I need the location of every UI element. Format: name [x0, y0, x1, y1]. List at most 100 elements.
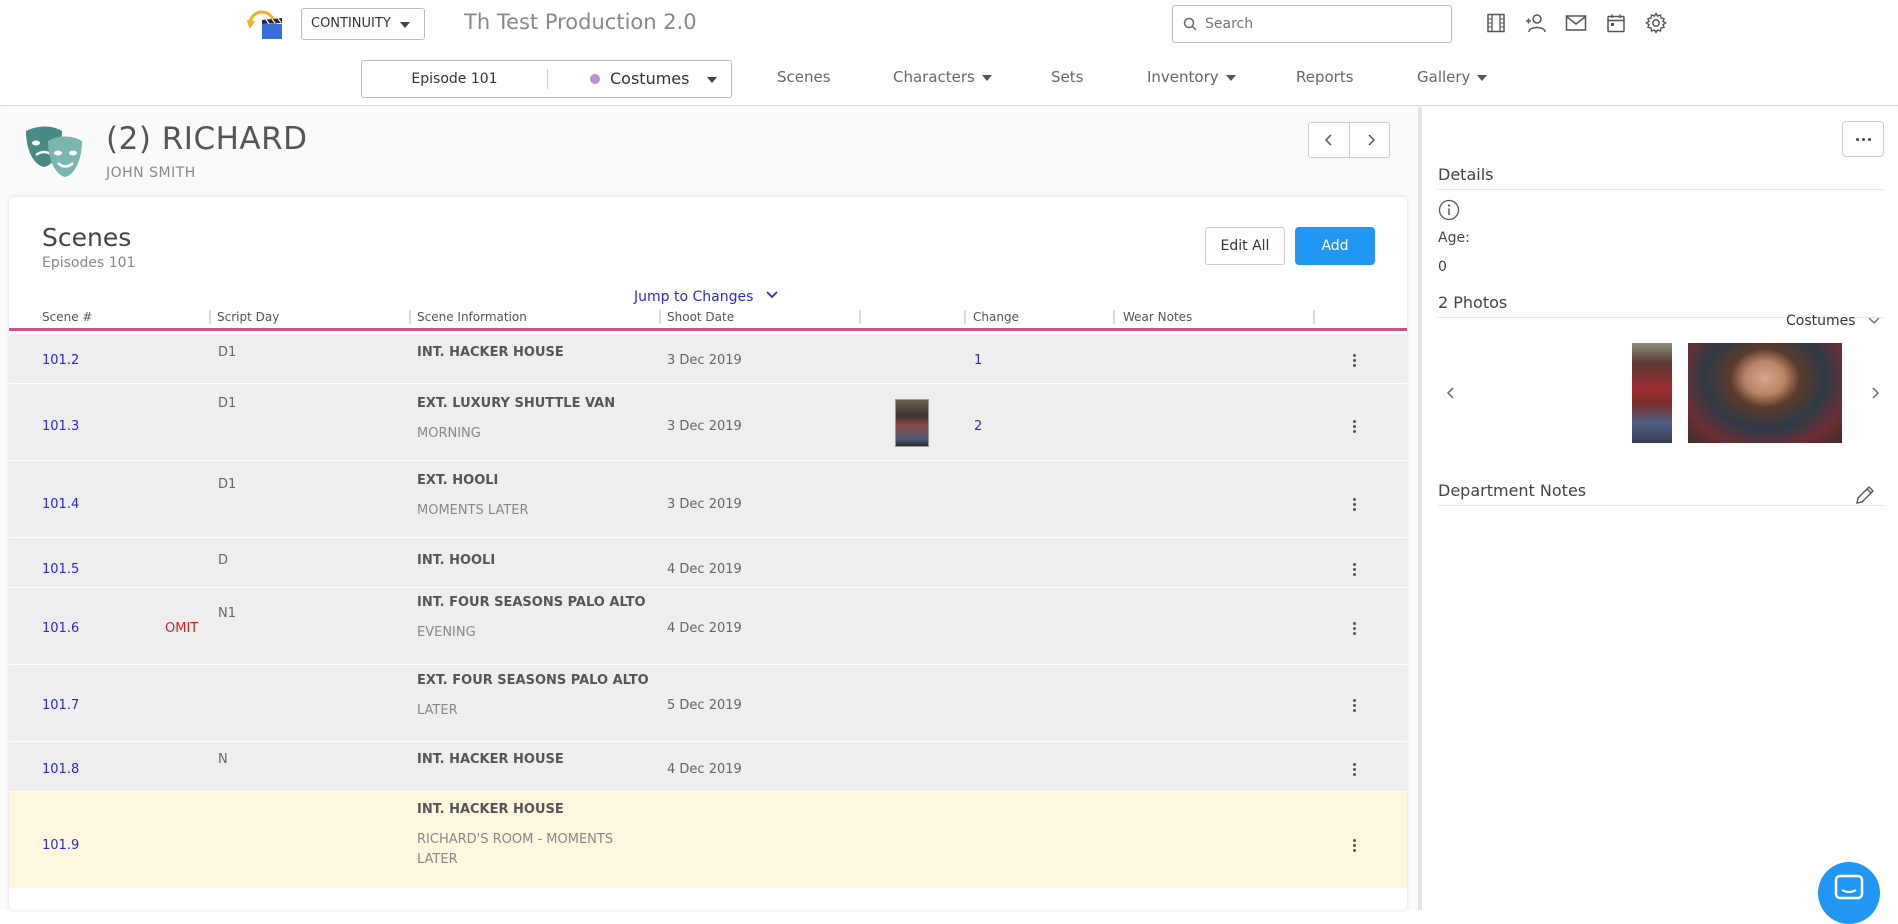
chevron-down-icon[interactable] [707, 77, 717, 83]
nav-sets[interactable]: Sets [1051, 68, 1083, 86]
previous-character-button[interactable] [1309, 123, 1350, 157]
row-menu-button[interactable] [1349, 354, 1359, 367]
edit-all-button[interactable]: Edit All [1205, 227, 1285, 265]
nav-gallery[interactable]: Gallery [1417, 68, 1488, 86]
more-options-button[interactable] [1842, 121, 1884, 157]
row-menu-button[interactable] [1349, 563, 1359, 576]
row-menu-button[interactable] [1349, 763, 1359, 776]
scene-info-detail: MOMENTS LATER [417, 503, 529, 518]
row-menu-button[interactable] [1349, 839, 1359, 852]
table-row[interactable]: 101.4 D1 EXT. HOOLI MOMENTS LATER 3 Dec … [9, 461, 1407, 538]
table-row[interactable]: 101.2 D1 INT. HACKER HOUSE 3 Dec 2019 1 [9, 334, 1407, 384]
row-menu-button[interactable] [1349, 622, 1359, 635]
film-icon[interactable] [1484, 10, 1508, 36]
scene-info-detail: MORNING [417, 426, 481, 441]
shoot-date: 4 Dec 2019 [667, 762, 742, 777]
search-input[interactable] [1205, 14, 1445, 34]
column-divider[interactable] [209, 310, 211, 324]
column-header-shoot-date[interactable]: Shoot Date [667, 310, 734, 324]
nav-gallery-label: Gallery [1417, 68, 1471, 86]
chevron-down-icon [1225, 74, 1236, 81]
kebab-icon [1349, 354, 1359, 367]
nav-reports-label: Reports [1296, 68, 1354, 86]
add-button[interactable]: Add [1295, 227, 1375, 265]
script-day: D1 [218, 345, 237, 360]
costume-thumbnail[interactable] [895, 399, 929, 447]
column-divider[interactable] [1113, 310, 1115, 324]
character-pager [1308, 122, 1390, 158]
table-row[interactable]: 101.7 EXT. FOUR SEASONS PALO ALTO LATER … [9, 665, 1407, 742]
gear-icon[interactable] [1644, 10, 1668, 36]
change-number[interactable]: 2 [974, 419, 982, 434]
character-photo[interactable] [1688, 343, 1842, 443]
scenes-subtitle: Episodes 101 [42, 255, 136, 271]
calendar-icon[interactable] [1604, 10, 1628, 36]
scene-number[interactable]: 101.4 [42, 497, 79, 512]
department-color-dot [590, 74, 600, 84]
kebab-icon [1349, 498, 1359, 511]
column-divider[interactable] [964, 310, 966, 324]
row-menu-button[interactable] [1349, 699, 1359, 712]
column-header-change[interactable]: Change [973, 310, 1019, 324]
table-row[interactable]: 101.8 N INT. HACKER HOUSE 4 Dec 2019 [9, 742, 1407, 792]
kebab-icon [1349, 622, 1359, 635]
scene-number[interactable]: 101.5 [42, 562, 79, 577]
jump-to-changes-link[interactable]: Jump to Changes [634, 287, 778, 305]
row-menu-button[interactable] [1349, 420, 1359, 433]
nav-reports[interactable]: Reports [1296, 68, 1354, 86]
add-user-icon[interactable] [1524, 10, 1548, 36]
age-value: 0 [1438, 259, 1447, 275]
chat-icon [1834, 874, 1864, 900]
info-icon[interactable] [1438, 199, 1460, 225]
department-select[interactable]: Costumes [610, 61, 689, 97]
edit-pencil-icon[interactable] [1854, 484, 1876, 510]
script-day: D1 [218, 477, 237, 492]
details-panel: Details Age: 0 2 Photos Costumes Departm… [1422, 107, 1898, 910]
table-row[interactable]: 101.9 INT. HACKER HOUSE RICHARD'S ROOM -… [9, 792, 1407, 889]
scene-number[interactable]: 101.9 [42, 838, 79, 853]
nav-inventory[interactable]: Inventory [1147, 68, 1236, 86]
character-name: (2) RICHARD [106, 121, 308, 157]
row-menu-button[interactable] [1349, 498, 1359, 511]
column-divider[interactable] [659, 310, 661, 324]
change-number[interactable]: 1 [974, 353, 982, 368]
scene-number[interactable]: 101.6 [42, 621, 79, 636]
mail-icon[interactable] [1564, 10, 1588, 36]
kebab-icon [1349, 563, 1359, 576]
chat-support-button[interactable] [1818, 862, 1880, 924]
costume-photo[interactable] [1632, 343, 1672, 443]
scene-number[interactable]: 101.7 [42, 698, 79, 713]
nav-characters[interactable]: Characters [893, 68, 992, 86]
scene-number[interactable]: 101.2 [42, 353, 79, 368]
column-header-script-day[interactable]: Script Day [217, 310, 279, 324]
scenes-title: Scenes [42, 223, 132, 252]
next-character-button[interactable] [1350, 123, 1391, 157]
photos-department-select[interactable]: Costumes [1786, 313, 1880, 329]
table-header: Scene # Script Day Scene Information Sho… [9, 305, 1407, 331]
chevron-down-icon [766, 287, 778, 303]
photo-prev-button[interactable] [1446, 385, 1456, 404]
table-row[interactable]: 101.6 OMIT N1 INT. FOUR SEASONS PALO ALT… [9, 588, 1407, 665]
shoot-date: 3 Dec 2019 [667, 497, 742, 512]
nav-scenes[interactable]: Scenes [777, 68, 831, 86]
column-header-wear-notes[interactable]: Wear Notes [1123, 310, 1192, 324]
column-divider[interactable] [859, 310, 861, 324]
theater-masks-icon [24, 125, 84, 181]
column-header-scene[interactable]: Scene # [42, 310, 92, 324]
column-divider[interactable] [409, 310, 411, 324]
department-notes-heading: Department Notes [1438, 481, 1587, 500]
search-box[interactable] [1172, 5, 1452, 43]
script-day: D [218, 553, 229, 568]
scenes-card: Scenes Episodes 101 Edit All Add Jump to… [9, 197, 1407, 910]
scene-number[interactable]: 101.3 [42, 419, 79, 434]
column-header-scene-info[interactable]: Scene Information [417, 310, 527, 324]
table-row[interactable]: 101.5 D INT. HOOLI 4 Dec 2019 [9, 538, 1407, 588]
scene-info: EXT. HOOLI [417, 473, 499, 488]
app-logo-icon[interactable] [244, 6, 284, 42]
photo-next-button[interactable] [1870, 385, 1880, 404]
mode-select[interactable]: CONTINUITY [301, 8, 425, 40]
column-divider[interactable] [1313, 310, 1315, 324]
table-row[interactable]: 101.3 D1 EXT. LUXURY SHUTTLE VAN MORNING… [9, 384, 1407, 461]
scene-number[interactable]: 101.8 [42, 762, 79, 777]
episode-select[interactable]: Episode 101 [362, 61, 547, 97]
